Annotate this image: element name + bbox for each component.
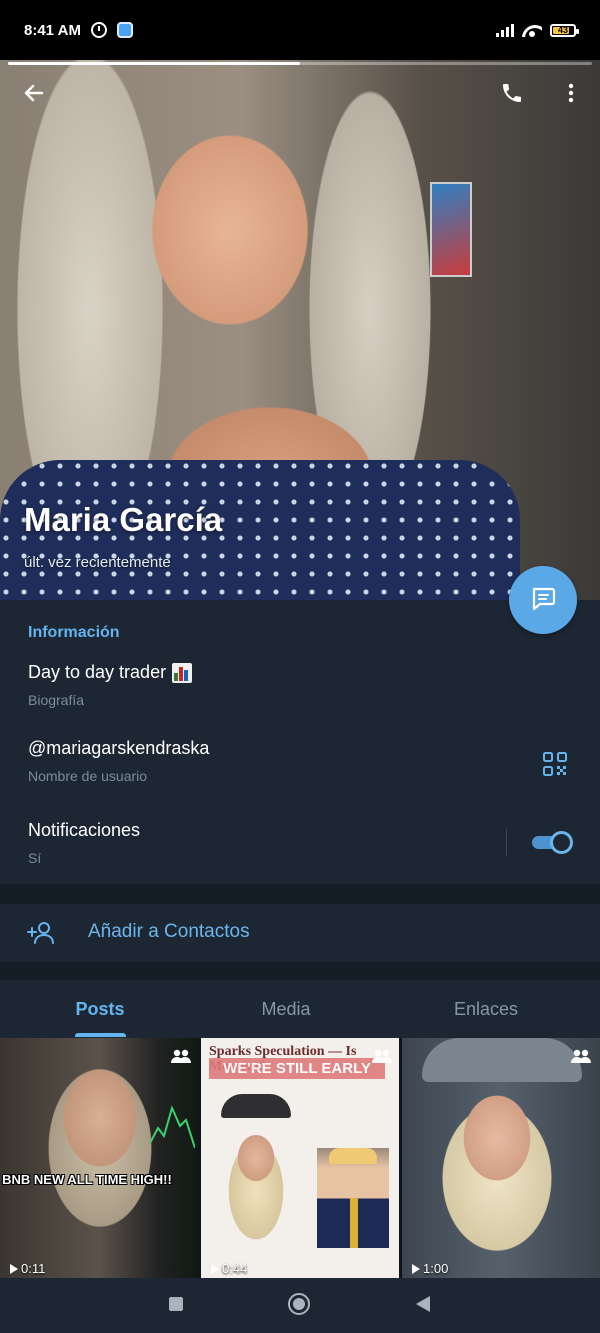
more-options-button[interactable] xyxy=(556,78,586,108)
username-row[interactable]: @mariagarskendraska Nombre de usuario xyxy=(28,738,209,784)
status-time: 8:41 AM xyxy=(24,21,81,39)
signal-icon xyxy=(496,23,514,37)
video-duration: 0:44 xyxy=(211,1261,247,1276)
battery-icon: 43 xyxy=(550,23,579,37)
media-thumbnail[interactable]: BNB NEW ALL TIME HIGH!! 0:11 xyxy=(0,1038,198,1278)
bio-label: Biografía xyxy=(28,692,85,708)
tab-posts[interactable]: Posts xyxy=(0,999,200,1020)
story-progress-fill xyxy=(8,62,300,65)
battery-level: 43 xyxy=(557,25,568,35)
send-message-button[interactable] xyxy=(509,566,577,634)
group-icon xyxy=(570,1048,592,1064)
cap xyxy=(422,1038,582,1082)
username-text: @mariagarskendraska xyxy=(28,738,210,758)
tab-media[interactable]: Media xyxy=(186,999,386,1020)
thumbnail-person xyxy=(211,1096,301,1278)
wall-art xyxy=(430,182,472,277)
bio-row[interactable]: Day to day trader Biografía xyxy=(28,662,193,708)
notifications-toggle[interactable] xyxy=(530,830,574,854)
tab-links[interactable]: Enlaces xyxy=(386,999,586,1020)
recents-button[interactable] xyxy=(169,1297,183,1311)
play-icon xyxy=(412,1263,420,1274)
section-title: Información xyxy=(28,624,120,641)
profile-name: Maria García xyxy=(24,501,223,538)
cap xyxy=(221,1094,291,1118)
media-thumbnail[interactable]: 1:00 xyxy=(402,1038,600,1278)
qr-code-icon[interactable] xyxy=(542,751,568,777)
info-section: Información Day to day trader Biografía … xyxy=(0,600,600,884)
media-grid: BNB NEW ALL TIME HIGH!! 0:11 Sparks Spec… xyxy=(0,1038,600,1278)
add-user-icon xyxy=(26,918,56,948)
bar-chart-icon xyxy=(172,662,193,683)
phone-icon xyxy=(500,81,524,105)
group-icon xyxy=(371,1048,393,1064)
media-thumbnail[interactable]: Sparks Speculation — Is Moment? WE'RE ST… xyxy=(201,1038,399,1278)
username-label: Nombre de usuario xyxy=(28,768,148,784)
video-duration: 1:00 xyxy=(412,1261,448,1276)
group-icon xyxy=(170,1048,192,1064)
more-vertical-icon xyxy=(559,81,583,105)
section-divider xyxy=(0,962,600,980)
thumbnail-caption: BNB NEW ALL TIME HIGH!! xyxy=(2,1172,172,1187)
notifications-status: Sí xyxy=(28,850,42,866)
add-contact-button[interactable]: Añadir a Contactos xyxy=(0,904,600,962)
wifi-icon xyxy=(522,23,542,37)
home-button[interactable] xyxy=(288,1293,310,1315)
back-button[interactable] xyxy=(19,78,49,108)
alarm-icon xyxy=(90,22,107,38)
toggle-knob xyxy=(550,831,573,854)
bio-text: Day to day trader xyxy=(28,662,167,682)
back-arrow-icon xyxy=(22,81,46,105)
thumbnail-banner: WE'RE STILL EARLY xyxy=(209,1058,385,1079)
system-back-button[interactable] xyxy=(416,1296,430,1312)
system-nav-bar xyxy=(0,1278,600,1333)
last-seen-status: últ. vez recientemente xyxy=(24,554,171,571)
play-icon xyxy=(10,1263,18,1274)
divider xyxy=(506,828,507,856)
section-divider xyxy=(0,884,600,904)
notifications-text: Notificaciones xyxy=(28,820,141,840)
tab-indicator xyxy=(75,1033,126,1037)
message-icon xyxy=(528,583,558,618)
profile-photo[interactable]: Maria García últ. vez recientemente xyxy=(0,60,600,600)
status-bar: 8:41 AM 43 xyxy=(0,0,600,60)
app-notification-icon xyxy=(116,22,133,38)
video-duration: 0:11 xyxy=(10,1261,45,1276)
add-contact-label: Añadir a Contactos xyxy=(88,921,250,942)
play-icon xyxy=(211,1263,219,1274)
media-tabs: Posts Media Enlaces xyxy=(0,980,600,1038)
story-progress-bar xyxy=(8,62,592,65)
call-button[interactable] xyxy=(497,78,527,108)
notifications-row[interactable]: Notificaciones Sí xyxy=(28,820,140,866)
